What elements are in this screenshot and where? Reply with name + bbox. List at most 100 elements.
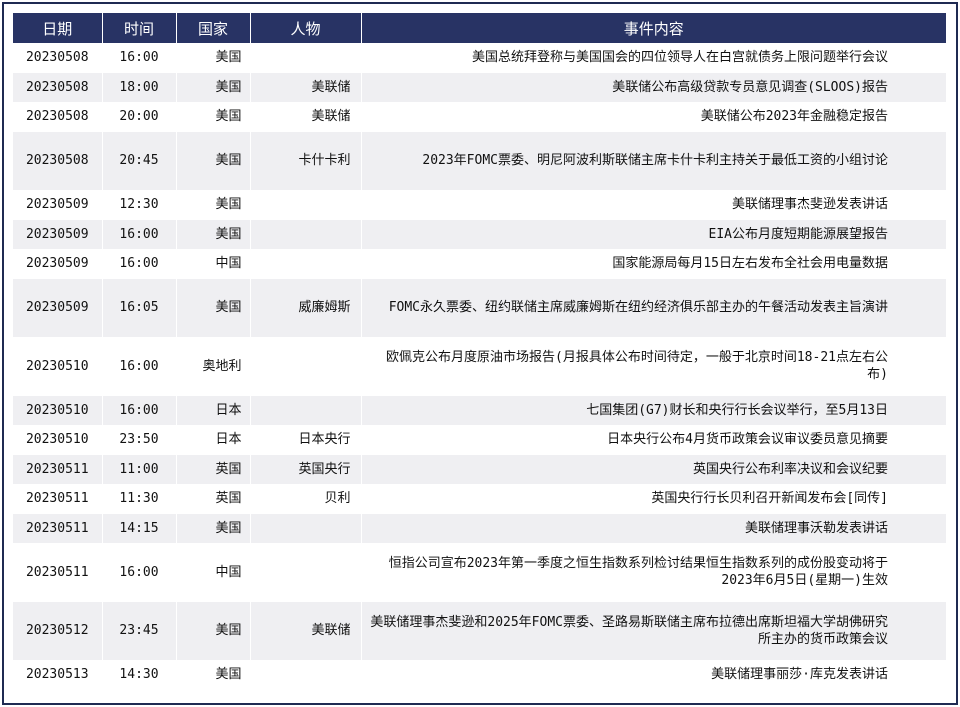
cell-person: 日本央行 [250,425,362,455]
table-row: 20230508 18:00 美国 美联储 美联储公布高级贷款专员意见调查(SL… [13,72,946,102]
cell-person [250,249,362,279]
cell-event: 日本央行公布4月货币政策会议审议委员意见摘要 [361,425,946,455]
table-row: 20230513 14:30 美国 美联储理事丽莎·库克发表讲话 [13,660,946,690]
cell-person: 卡什卡利 [250,131,362,190]
cell-country: 中国 [176,543,251,602]
cell-time: 16:00 [102,543,177,602]
table-row: 20230508 16:00 美国 美国总统拜登称与美国国会的四位领导人在白宫就… [13,43,946,73]
cell-event: EIA公布月度短期能源展望报告 [361,219,946,249]
cell-event: 美国总统拜登称与美国国会的四位领导人在白宫就债务上限问题举行会议 [361,43,946,73]
cell-time: 12:30 [102,190,177,220]
header-person: 人物 [250,13,362,43]
cell-person [250,219,362,249]
cell-event: 美联储理事丽莎·库克发表讲话 [361,660,946,690]
table-body: 20230508 16:00 美国 美国总统拜登称与美国国会的四位领导人在白宫就… [13,43,946,690]
table-row: 20230511 11:00 英国 英国央行 英国央行公布利率决议和会议纪要 [13,454,946,484]
table-row: 20230509 16:00 美国 EIA公布月度短期能源展望报告 [13,219,946,249]
cell-event: 欧佩克公布月度原油市场报告(月报具体公布时间待定，一般于北京时间18-21点左右… [361,337,946,396]
cell-time: 16:00 [102,249,177,279]
cell-event: 七国集团(G7)财长和央行行长会议举行，至5月13日 [361,395,946,425]
table-row: 20230508 20:45 美国 卡什卡利 2023年FOMC票委、明尼阿波利… [13,131,946,190]
table-row: 20230510 16:00 日本 七国集团(G7)财长和央行行长会议举行，至5… [13,395,946,425]
cell-date: 20230511 [13,454,103,484]
table-header-row: 日期 时间 国家 人物 事件内容 [13,13,946,43]
cell-time: 20:45 [102,131,177,190]
cell-time: 23:50 [102,425,177,455]
table-row: 20230509 12:30 美国 美联储理事杰斐逊发表讲话 [13,190,946,220]
cell-date: 20230510 [13,395,103,425]
cell-person [250,660,362,690]
cell-person: 美联储 [250,102,362,132]
cell-date: 20230510 [13,337,103,396]
cell-time: 16:05 [102,278,177,337]
cell-country: 美国 [176,43,251,73]
cell-event: 美联储公布高级贷款专员意见调查(SLOOS)报告 [361,72,946,102]
cell-person: 美联储 [250,72,362,102]
cell-person: 贝利 [250,484,362,514]
cell-time: 11:30 [102,484,177,514]
cell-date: 20230508 [13,43,103,73]
cell-event: 2023年FOMC票委、明尼阿波利斯联储主席卡什卡利主持关于最低工资的小组讨论 [361,131,946,190]
cell-date: 20230511 [13,484,103,514]
cell-time: 18:00 [102,72,177,102]
cell-date: 20230512 [13,601,103,660]
cell-time: 11:00 [102,454,177,484]
cell-time: 16:00 [102,219,177,249]
cell-date: 20230508 [13,102,103,132]
cell-country: 美国 [176,102,251,132]
cell-event: 美联储理事沃勒发表讲话 [361,513,946,543]
cell-country: 美国 [176,72,251,102]
cell-country: 美国 [176,131,251,190]
cell-date: 20230511 [13,543,103,602]
cell-country: 美国 [176,601,251,660]
cell-person [250,337,362,396]
cell-event: 英国央行行长贝利召开新闻发布会[同传] [361,484,946,514]
header-country: 国家 [176,13,251,43]
cell-country: 美国 [176,219,251,249]
cell-country: 日本 [176,425,251,455]
cell-country: 奥地利 [176,337,251,396]
table-row: 20230511 11:30 英国 贝利 英国央行行长贝利召开新闻发布会[同传] [13,484,946,514]
table-row: 20230510 16:00 奥地利 欧佩克公布月度原油市场报告(月报具体公布时… [13,337,946,396]
cell-time: 23:45 [102,601,177,660]
cell-event: FOMC永久票委、纽约联储主席威廉姆斯在纽约经济俱乐部主办的午餐活动发表主旨演讲 [361,278,946,337]
table-row: 20230509 16:00 中国 国家能源局每月15日左右发布全社会用电量数据 [13,249,946,279]
cell-time: 14:15 [102,513,177,543]
cell-event: 美联储公布2023年金融稳定报告 [361,102,946,132]
cell-person [250,190,362,220]
cell-event: 英国央行公布利率决议和会议纪要 [361,454,946,484]
cell-date: 20230510 [13,425,103,455]
cell-time: 14:30 [102,660,177,690]
table-row: 20230509 16:05 美国 威廉姆斯 FOMC永久票委、纽约联储主席威廉… [13,278,946,337]
table-row: 20230511 16:00 中国 恒指公司宣布2023年第一季度之恒生指数系列… [13,543,946,602]
table-row: 20230512 23:45 美国 美联储 美联储理事杰斐逊和2025年FOMC… [13,601,946,660]
cell-date: 20230509 [13,278,103,337]
cell-person [250,543,362,602]
cell-country: 英国 [176,454,251,484]
cell-date: 20230508 [13,72,103,102]
cell-country: 日本 [176,395,251,425]
cell-person: 英国央行 [250,454,362,484]
cell-person: 美联储 [250,601,362,660]
cell-time: 20:00 [102,102,177,132]
cell-country: 中国 [176,249,251,279]
cell-country: 美国 [176,660,251,690]
cell-date: 20230509 [13,190,103,220]
header-time: 时间 [102,13,177,43]
cell-person [250,43,362,73]
economic-calendar-table: 日期 时间 国家 人物 事件内容 20230508 16:00 美国 美国总统拜… [13,13,946,690]
cell-country: 美国 [176,513,251,543]
table-row: 20230510 23:50 日本 日本央行 日本央行公布4月货币政策会议审议委… [13,425,946,455]
table-row: 20230511 14:15 美国 美联储理事沃勒发表讲话 [13,513,946,543]
cell-country: 美国 [176,278,251,337]
cell-time: 16:00 [102,337,177,396]
cell-event: 恒指公司宣布2023年第一季度之恒生指数系列检讨结果恒生指数系列的成份股变动将于… [361,543,946,602]
cell-event: 美联储理事杰斐逊和2025年FOMC票委、圣路易斯联储主席布拉德出席斯坦福大学胡… [361,601,946,660]
table-row: 20230508 20:00 美国 美联储 美联储公布2023年金融稳定报告 [13,102,946,132]
cell-person: 威廉姆斯 [250,278,362,337]
header-date: 日期 [13,13,103,43]
cell-date: 20230508 [13,131,103,190]
cell-date: 20230509 [13,249,103,279]
header-event: 事件内容 [361,13,946,43]
cell-time: 16:00 [102,43,177,73]
